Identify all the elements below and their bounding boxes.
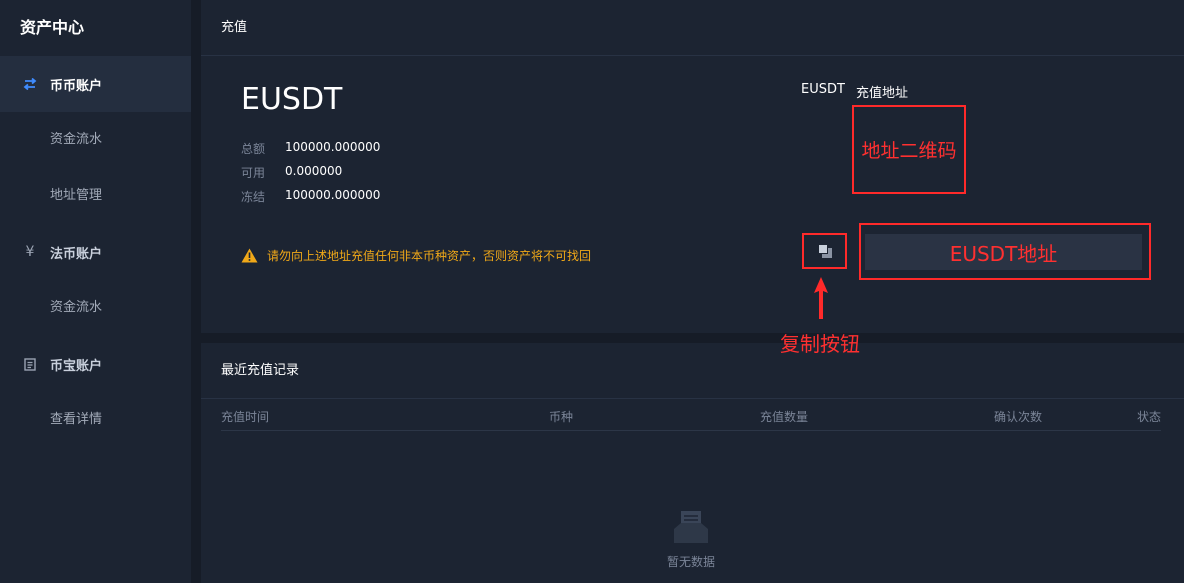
balance-label: 总额 <box>241 142 266 156</box>
column-header: 充值时间 <box>221 410 270 424</box>
column-header: 确认次数 <box>994 410 1043 424</box>
sidebar-item-fiat-account[interactable]: ¥ 法币账户 <box>0 224 191 280</box>
address-value: EUSDT地址 <box>949 241 1058 266</box>
sidebar-title: 资产中心 <box>20 18 85 37</box>
deposit-warning: 请勿向上述地址充值任何非本币种资产，否则资产将不可找回 <box>241 247 591 264</box>
sidebar-item-label: 币币账户 <box>50 78 103 94</box>
balance-total: 总额 100000.000000 <box>241 140 380 157</box>
sidebar: 资产中心 币币账户 资金流水 地址管理 ¥ 法币账户 资金流水 币宝账户 查看详… <box>0 0 191 583</box>
records-header: 最近充值记录 <box>201 343 1184 399</box>
empty-inbox-icon <box>674 511 708 543</box>
address-title: 充值地址 <box>855 86 908 101</box>
balance-available: 可用 0.000000 <box>241 164 342 181</box>
sidebar-item-label: 法币账户 <box>50 246 103 262</box>
sidebar-item-spot-account[interactable]: 币币账户 <box>0 56 191 112</box>
yen-icon: ¥ <box>25 244 35 260</box>
address-coin: EUSDT <box>801 82 845 97</box>
sidebar-item-address-manage[interactable]: 地址管理 <box>0 168 191 224</box>
copy-button[interactable] <box>802 233 847 269</box>
empty-state: 暂无数据 <box>661 509 721 570</box>
sidebar-item-fiat-flow[interactable]: 资金流水 <box>0 280 191 336</box>
ledger-icon <box>22 356 38 372</box>
sidebar-item-spot-flow[interactable]: 资金流水 <box>0 112 191 168</box>
balance-label: 冻结 <box>241 190 266 204</box>
copy-annotation-label: 复制按钮 <box>780 332 860 356</box>
balance-value: 100000.000000 <box>285 140 381 154</box>
coin-title: EUSDT <box>241 82 343 117</box>
column-header: 状态 <box>1137 410 1162 424</box>
exchange-arrows-icon <box>22 76 38 92</box>
balance-label: 可用 <box>241 166 266 180</box>
balance-frozen: 冻结 100000.000000 <box>241 188 380 205</box>
qr-placeholder-text: 地址二维码 <box>861 140 957 162</box>
copy-icon <box>817 244 832 258</box>
deposit-header: 充值 <box>201 0 1184 56</box>
balance-value: 100000.000000 <box>285 188 381 202</box>
warning-icon <box>241 248 258 263</box>
address-field[interactable]: EUSDT地址 <box>865 234 1142 270</box>
sidebar-item-view-details[interactable]: 查看详情 <box>0 392 191 448</box>
address-heading: EUSDT 充值地址 <box>801 82 908 101</box>
address-annotation-box: EUSDT地址 <box>859 223 1151 280</box>
sidebar-item-treasure-account[interactable]: 币宝账户 <box>0 336 191 392</box>
warning-text: 请勿向上述地址充值任何非本币种资产，否则资产将不可找回 <box>267 249 592 263</box>
annotation-arrow-icon <box>814 277 828 319</box>
deposit-card: 充值 EUSDT 总额 100000.000000 可用 0.000000 冻结… <box>201 0 1184 333</box>
records-card: 最近充值记录 充值时间 币种 充值数量 确认次数 状态 暂无数据 <box>201 343 1184 583</box>
column-header: 充值数量 <box>760 410 809 424</box>
balance-value: 0.000000 <box>285 164 343 178</box>
empty-text: 暂无数据 <box>666 555 715 569</box>
sidebar-item-label: 币宝账户 <box>50 358 103 374</box>
address-qr-code: 地址二维码 <box>852 105 966 194</box>
column-header: 币种 <box>549 410 574 424</box>
records-table-header: 充值时间 币种 充值数量 确认次数 状态 <box>221 401 1161 431</box>
